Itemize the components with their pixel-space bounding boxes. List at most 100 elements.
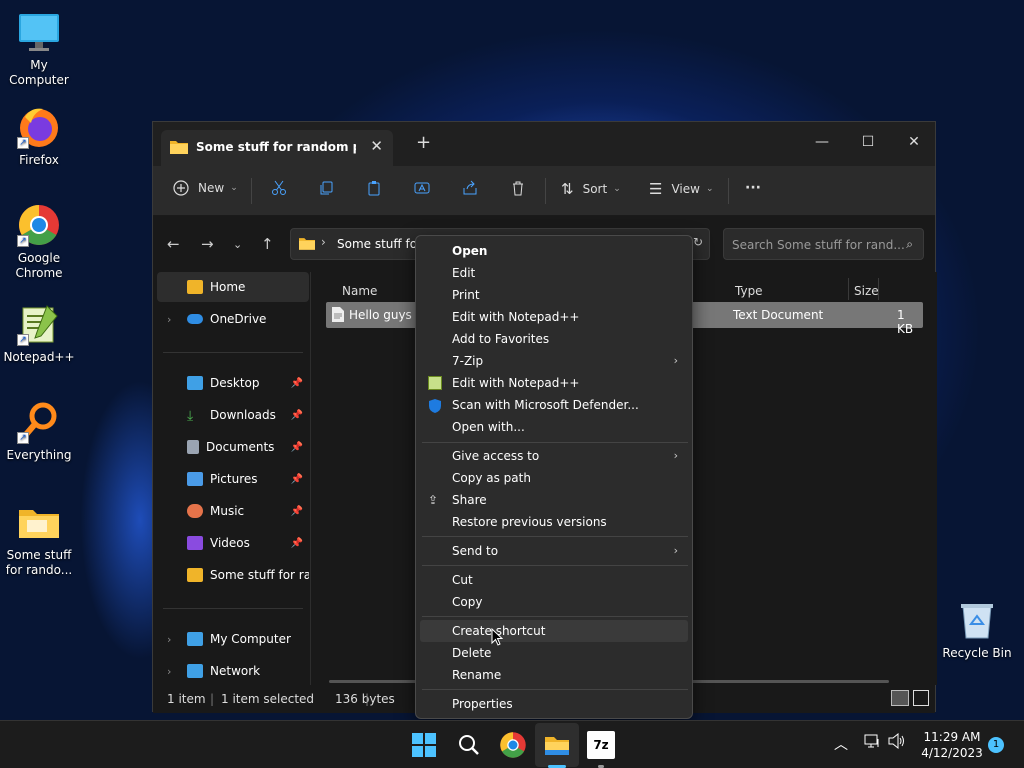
nav-item-network[interactable]: › Network bbox=[157, 656, 309, 686]
menu-item-rename[interactable]: Rename bbox=[420, 664, 688, 686]
menu-item-copy-as-path[interactable]: Copy as path bbox=[420, 467, 688, 489]
nav-item-folder[interactable]: Some stuff for rand bbox=[157, 560, 309, 590]
back-arrow-icon[interactable]: ← bbox=[167, 235, 180, 253]
shortcut-arrow-icon: ↗ bbox=[17, 432, 29, 444]
tiles-view-icon[interactable] bbox=[913, 690, 929, 706]
search-button[interactable] bbox=[455, 731, 483, 759]
taskbar-chrome-button[interactable] bbox=[499, 731, 527, 759]
minimize-button[interactable]: — bbox=[799, 128, 845, 156]
divider bbox=[163, 608, 303, 609]
forward-arrow-icon[interactable]: → bbox=[201, 235, 214, 253]
maximize-button[interactable]: ☐ bbox=[845, 128, 891, 156]
start-button[interactable] bbox=[410, 731, 438, 759]
nav-label: Some stuff for rand bbox=[210, 568, 309, 582]
more-options-button[interactable]: ··· bbox=[745, 180, 761, 196]
view-icon: ☰ bbox=[649, 180, 663, 198]
details-view-icon[interactable] bbox=[891, 690, 909, 706]
taskbar: 7z ︿ 11:29 AM 4/12/2023 1 bbox=[0, 720, 1024, 768]
menu-item-copy[interactable]: Copy bbox=[420, 591, 688, 613]
music-icon bbox=[187, 504, 203, 518]
menu-item-7zip[interactable]: 7-Zip › bbox=[420, 350, 688, 372]
column-header-name[interactable]: Name bbox=[342, 284, 377, 298]
menu-item-add-favorites[interactable]: Add to Favorites bbox=[420, 328, 688, 350]
desktop-icon-chrome[interactable]: ↗ Google Chrome bbox=[2, 203, 76, 281]
sort-button[interactable]: ⇅ Sort ⌄ bbox=[561, 180, 621, 198]
home-icon bbox=[187, 280, 203, 294]
monitor-icon bbox=[187, 632, 203, 646]
nav-item-videos[interactable]: Videos 📌 bbox=[157, 528, 309, 558]
menu-item-share[interactable]: ⇪ Share bbox=[420, 489, 688, 511]
folder-icon bbox=[299, 237, 315, 253]
notification-badge[interactable]: 1 bbox=[988, 737, 1004, 753]
everything-search-icon: ↗ bbox=[17, 400, 61, 444]
desktop-icon-recycle-bin[interactable]: Recycle Bin bbox=[940, 598, 1014, 661]
desktop-icon-firefox[interactable]: ↗ Firefox bbox=[2, 105, 76, 168]
file-size: 1 KB bbox=[897, 308, 914, 336]
desktop-icon-folder[interactable]: Some stuff for rando... bbox=[2, 500, 76, 578]
recent-locations-chevron-icon[interactable]: ⌄ bbox=[233, 238, 242, 251]
desktop-icon-notepadpp[interactable]: ↗ Notepad++ bbox=[2, 302, 76, 365]
close-tab-icon[interactable]: ✕ bbox=[370, 137, 383, 155]
menu-label: 7-Zip bbox=[452, 354, 484, 368]
column-header-size[interactable]: Size bbox=[854, 284, 879, 298]
copy-button[interactable] bbox=[318, 180, 334, 196]
nav-item-onedrive[interactable]: › OneDrive bbox=[157, 304, 309, 334]
pin-icon: 📌 bbox=[290, 537, 303, 549]
menu-item-scan-defender[interactable]: Scan with Microsoft Defender... bbox=[420, 394, 688, 416]
rename-button[interactable] bbox=[414, 180, 430, 196]
cut-button[interactable] bbox=[271, 180, 287, 196]
menu-label: Share bbox=[452, 493, 487, 507]
taskbar-explorer-button[interactable] bbox=[543, 731, 571, 759]
chevron-down-icon: ⌄ bbox=[705, 184, 714, 194]
desktop-icon-label: My Computer bbox=[9, 58, 69, 87]
desktop-icon-everything[interactable]: ↗ Everything bbox=[2, 400, 76, 463]
new-button[interactable]: New ⌄ bbox=[173, 180, 238, 196]
menu-item-edit-notepadpp[interactable]: Edit with Notepad++ bbox=[420, 306, 688, 328]
menu-item-print[interactable]: Print bbox=[420, 284, 688, 306]
up-arrow-icon[interactable]: ↑ bbox=[261, 235, 274, 253]
nav-item-home[interactable]: Home bbox=[157, 272, 309, 302]
menu-item-cut[interactable]: Cut bbox=[420, 569, 688, 591]
menu-item-open[interactable]: Open bbox=[420, 240, 688, 262]
menu-item-edit[interactable]: Edit bbox=[420, 262, 688, 284]
nav-item-documents[interactable]: Documents 📌 bbox=[157, 432, 309, 462]
system-clock[interactable]: 11:29 AM 4/12/2023 bbox=[914, 729, 990, 761]
menu-item-open-with[interactable]: Open with... bbox=[420, 416, 688, 438]
delete-button[interactable] bbox=[510, 180, 526, 196]
chevron-up-icon[interactable]: ︿ bbox=[834, 734, 848, 754]
menu-item-send-to[interactable]: Send to › bbox=[420, 540, 688, 562]
divider bbox=[848, 278, 849, 300]
nav-label: Videos bbox=[210, 536, 250, 550]
selected-count: 1 item selected bbox=[221, 692, 315, 706]
menu-item-create-shortcut[interactable]: Create shortcut bbox=[420, 620, 688, 642]
nav-item-pictures[interactable]: Pictures 📌 bbox=[157, 464, 309, 494]
desktop-icon bbox=[187, 376, 203, 390]
desktop-icon-my-computer[interactable]: My Computer bbox=[2, 10, 76, 88]
volume-icon[interactable] bbox=[888, 732, 906, 752]
notepadpp-icon bbox=[428, 376, 442, 390]
divider: | bbox=[210, 692, 215, 706]
view-button[interactable]: ☰ View ⌄ bbox=[649, 180, 713, 198]
menu-item-give-access[interactable]: Give access to › bbox=[420, 445, 688, 467]
menu-item-delete[interactable]: Delete bbox=[420, 642, 688, 664]
menu-item-properties[interactable]: Properties bbox=[420, 693, 688, 715]
pin-icon: 📌 bbox=[290, 473, 303, 485]
nav-item-my-computer[interactable]: › My Computer bbox=[157, 624, 309, 654]
sort-label: Sort bbox=[582, 182, 608, 196]
taskbar-7zip-button[interactable]: 7z bbox=[587, 731, 615, 759]
search-box[interactable]: Search Some stuff for rand... ⌕ bbox=[723, 228, 924, 260]
menu-item-edit-notepadpp-2[interactable]: Edit with Notepad++ bbox=[420, 372, 688, 394]
nav-item-music[interactable]: Music 📌 bbox=[157, 496, 309, 526]
submenu-chevron-icon: › bbox=[673, 544, 678, 557]
close-window-button[interactable]: ✕ bbox=[891, 128, 937, 156]
nav-item-desktop[interactable]: Desktop 📌 bbox=[157, 368, 309, 398]
refresh-icon[interactable]: ↻ bbox=[693, 235, 703, 249]
menu-item-restore-versions[interactable]: Restore previous versions bbox=[420, 511, 688, 533]
nav-item-downloads[interactable]: ⤓ Downloads 📌 bbox=[157, 400, 309, 430]
column-header-type[interactable]: Type bbox=[735, 284, 763, 298]
network-icon[interactable] bbox=[864, 733, 882, 752]
tab-current-folder[interactable]: Some stuff for random people ✕ bbox=[161, 130, 393, 166]
new-tab-button[interactable]: + bbox=[416, 132, 431, 153]
paste-button[interactable] bbox=[366, 180, 382, 196]
share-button[interactable] bbox=[462, 180, 478, 196]
